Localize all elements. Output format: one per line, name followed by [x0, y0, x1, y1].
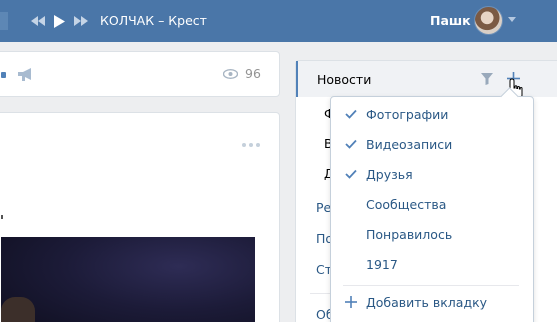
feed-actions-card: 96 — [0, 51, 280, 97]
megaphone-icon[interactable] — [17, 67, 34, 82]
avatar[interactable] — [474, 6, 503, 35]
now-playing-track[interactable]: КОЛЧАК – Крест — [100, 13, 207, 28]
play-icon — [53, 14, 65, 28]
plus-icon[interactable] — [345, 296, 357, 308]
dropdown-item-photos[interactable]: Фотографии — [331, 100, 533, 130]
next-track-button[interactable] — [73, 12, 89, 30]
menu-item-news[interactable]: Новости — [296, 61, 557, 101]
dropdown-item-label: Сообщества — [366, 197, 447, 212]
add-tab-dropdown: Фотографии Видеозаписи Друзья Сообщества… — [330, 96, 534, 322]
dropdown-item-label: Понравилось — [366, 227, 453, 242]
user-name[interactable]: Пашк — [430, 13, 471, 28]
post-image[interactable] — [1, 237, 255, 322]
header-left-fragment — [0, 12, 8, 30]
dropdown-item-label: Фотографии — [366, 107, 449, 122]
check-icon — [345, 139, 357, 149]
filter-icon[interactable] — [481, 73, 493, 85]
dropdown-item-friends[interactable]: Друзья — [331, 160, 533, 190]
prev-icon — [31, 16, 45, 26]
check-icon — [345, 169, 357, 179]
dropdown-item-1917[interactable]: 1917 — [331, 250, 533, 280]
dropdown-divider — [343, 285, 519, 286]
chevron-down-icon[interactable] — [508, 17, 516, 22]
check-icon — [345, 109, 357, 119]
top-header: КОЛЧАК – Крест Пашк — [0, 0, 557, 42]
dropdown-item-videos[interactable]: Видеозаписи — [331, 130, 533, 160]
dropdown-item-label: 1917 — [366, 257, 398, 272]
dropdown-item-communities[interactable]: Сообщества — [331, 190, 533, 220]
accent-icon-fragment — [1, 72, 6, 78]
play-button[interactable] — [52, 12, 66, 30]
dropdown-item-label: Видеозаписи — [366, 137, 453, 152]
text-fragment — [1, 215, 3, 219]
add-tab-button[interactable]: Добавить вкладку — [366, 295, 487, 310]
dropdown-item-liked[interactable]: Понравилось — [331, 220, 533, 250]
prev-track-button[interactable] — [30, 12, 46, 30]
menu-item-news-label: Новости — [317, 72, 372, 87]
dropdown-item-label: Друзья — [366, 167, 413, 182]
views-count: 96 — [245, 66, 261, 81]
next-icon — [74, 16, 88, 26]
more-dots-icon[interactable] — [242, 143, 260, 147]
eye-icon — [223, 69, 238, 79]
post-card — [0, 112, 280, 322]
